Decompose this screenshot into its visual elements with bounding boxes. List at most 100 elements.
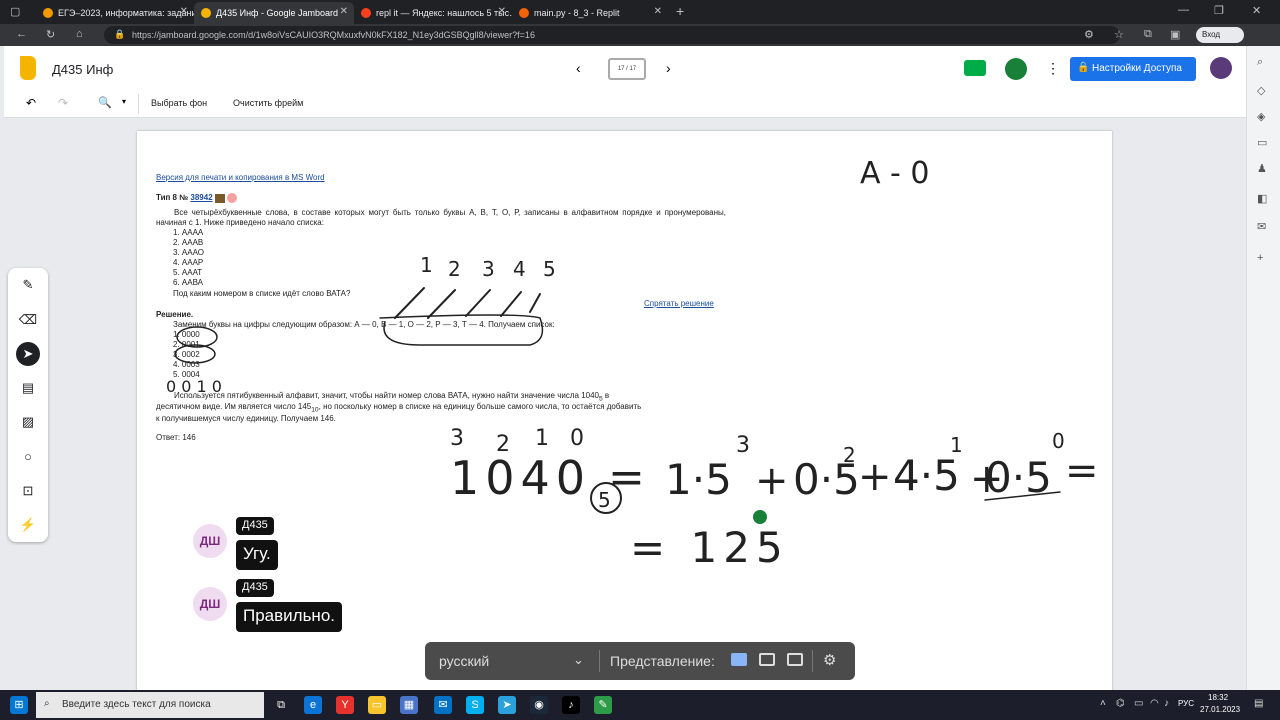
new-tab-button[interactable]: +: [676, 3, 684, 19]
zoom-icon[interactable]: 🔍: [98, 96, 112, 109]
task-question: Под каким номером в списке идёт слово ВА…: [173, 289, 351, 298]
language-indicator[interactable]: РУС: [1178, 699, 1194, 708]
clock-date[interactable]: 27.01.2023: [1200, 705, 1240, 714]
search-icon[interactable]: ⌕: [1257, 56, 1263, 69]
favorites-icon[interactable]: ☆: [1114, 28, 1124, 41]
jamboard-toolbar: ↶ ↷ 🔍 ▾ Выбрать фон Очистить фрейм: [4, 90, 1246, 118]
zoom-dropdown-icon[interactable]: ▾: [122, 97, 126, 106]
tab-actions-icon[interactable]: ▢: [10, 5, 20, 18]
textbox-tool-icon[interactable]: ⊡: [16, 479, 40, 503]
split-icon[interactable]: ▣: [1170, 28, 1180, 41]
pen-tool-icon[interactable]: ✎: [16, 273, 40, 297]
sticky-note-tool-icon[interactable]: ▤: [16, 376, 40, 400]
settings-gear-icon[interactable]: ⚙: [823, 651, 836, 669]
prev-frame-icon[interactable]: ‹: [576, 60, 581, 76]
tab-close-icon[interactable]: ✕: [498, 6, 506, 17]
task-number-link[interactable]: 38942: [190, 193, 212, 202]
collections-icon[interactable]: ⧉: [1144, 28, 1152, 41]
chat-message: Правильно.: [236, 602, 342, 632]
hide-solution-link[interactable]: Спрятать решение: [644, 299, 714, 309]
shape-tool-icon[interactable]: ○: [16, 445, 40, 469]
browser-tab-3[interactable]: repl it — Яндекс: нашлось 5 тыс… ✕: [354, 2, 512, 24]
tab-close-icon[interactable]: ✕: [654, 6, 662, 17]
display-icon[interactable]: ▭: [1134, 698, 1143, 709]
more-options-icon[interactable]: ⋮: [1046, 60, 1060, 77]
eraser-tool-icon[interactable]: ⌫: [16, 308, 40, 332]
user-avatar[interactable]: [1005, 58, 1027, 80]
edge-icon[interactable]: e: [304, 696, 322, 714]
address-bar[interactable]: 🔒 https://jamboard.google.com/d/1w8oiVsC…: [104, 26, 1120, 44]
skype-icon[interactable]: S: [466, 696, 484, 714]
mail-icon[interactable]: ✉: [434, 696, 452, 714]
image-tool-icon[interactable]: ▨: [16, 410, 40, 434]
office-icon[interactable]: ◧: [1257, 192, 1267, 205]
login-button[interactable]: Вход: [1196, 27, 1244, 43]
set-background-button[interactable]: Выбрать фон: [151, 98, 207, 108]
clock-time[interactable]: 18:32: [1208, 693, 1228, 702]
back-icon[interactable]: ←: [16, 28, 27, 40]
view-sidebar-icon[interactable]: [759, 653, 775, 666]
add-icon[interactable]: +: [1257, 252, 1263, 264]
board-title[interactable]: Д435 Инф: [52, 62, 113, 77]
laser-tool-icon[interactable]: ⚡: [16, 513, 40, 537]
tag-icon[interactable]: ◈: [1257, 110, 1265, 123]
tiktok-icon[interactable]: ♪: [562, 696, 580, 714]
task-text: Все четырёхбуквенные слова, в составе ко…: [156, 208, 726, 227]
browser-tab-4[interactable]: main.py - 8_3 - Replit ✕: [512, 2, 668, 24]
clear-frame-button[interactable]: Очистить фрейм: [233, 98, 303, 108]
window-close-icon[interactable]: ✕: [1252, 4, 1261, 17]
extensions-icon[interactable]: ⚙: [1084, 28, 1094, 41]
outlook-icon[interactable]: ✉: [1257, 220, 1266, 233]
next-frame-icon[interactable]: ›: [666, 60, 671, 76]
notepad-icon[interactable]: ✎: [594, 696, 612, 714]
tab-favicon-icon: [519, 8, 529, 18]
undo-icon[interactable]: ↶: [26, 96, 36, 110]
tab-close-icon[interactable]: ✕: [340, 6, 348, 17]
explorer-icon[interactable]: ▭: [368, 696, 386, 714]
browser-tab-2[interactable]: Д435 Инф - Google Jamboard ✕: [194, 2, 354, 24]
share-button[interactable]: 🔒 Настройки Доступа: [1070, 57, 1196, 81]
wifi-icon[interactable]: ◠: [1150, 698, 1159, 709]
telegram-icon[interactable]: ➤: [498, 696, 516, 714]
maximize-icon[interactable]: ❐: [1214, 4, 1224, 17]
frame-counter[interactable]: 17 / 17: [608, 58, 646, 80]
windows-taskbar: ⊞ ⌕ Введите здесь текст для поиска ⧉ e Y…: [0, 690, 1280, 720]
tab-close-icon[interactable]: ✕: [180, 6, 188, 17]
minimize-icon[interactable]: —: [1178, 4, 1189, 16]
games-icon[interactable]: ♟: [1257, 162, 1267, 175]
view-bottom-icon[interactable]: [787, 653, 803, 666]
redo-icon[interactable]: ↷: [58, 96, 68, 110]
view-floating-icon[interactable]: [731, 653, 747, 666]
language-select[interactable]: русский: [439, 653, 489, 669]
windows-start-icon[interactable]: ⊞: [10, 696, 28, 714]
account-avatar[interactable]: [1210, 57, 1232, 79]
browser-tab-1[interactable]: ЕГЭ–2023, информатика: задани… ✕: [36, 2, 194, 24]
home-icon[interactable]: ⌂: [76, 28, 83, 40]
task-list-4: 4. АААР: [173, 258, 204, 267]
divider: [138, 94, 139, 114]
volume-icon[interactable]: ♪: [1164, 698, 1169, 709]
network-icon[interactable]: ⌬: [1116, 698, 1125, 709]
steam-icon[interactable]: ◉: [530, 696, 548, 714]
chat-avatar: ДШ: [193, 587, 227, 621]
taskbar-search-input[interactable]: ⌕ Введите здесь текст для поиска: [36, 692, 264, 718]
notifications-icon[interactable]: ▤: [1254, 698, 1263, 709]
jamboard-logo-icon[interactable]: [20, 56, 36, 80]
task-view-icon[interactable]: ⧉: [272, 696, 290, 714]
chat-sender: Д435: [236, 517, 274, 535]
store-icon[interactable]: ▦: [400, 696, 418, 714]
task-badge-icon: [214, 193, 225, 203]
yandex-icon[interactable]: Y: [336, 696, 354, 714]
briefcase-icon[interactable]: ▭: [1257, 136, 1267, 149]
solution-paragraph-3: к получившемуся числу единицу. Получаем …: [156, 414, 336, 423]
print-version-link[interactable]: Версия для печати и копирования в MS Wor…: [156, 173, 325, 183]
meet-icon[interactable]: [964, 60, 986, 76]
browser-sidebar: ⌕ ◇ ◈ ▭ ♟ ◧ ✉ +: [1246, 46, 1280, 690]
tray-chevron-icon[interactable]: ˄: [1100, 698, 1106, 709]
chevron-down-icon[interactable]: ⌄: [573, 652, 584, 668]
shapes-icon[interactable]: ◇: [1257, 84, 1265, 97]
answer-line: Ответ: 146: [156, 433, 196, 441]
reload-icon[interactable]: ↻: [46, 28, 55, 41]
task-type-line: Тип 8 № 38942: [156, 193, 238, 203]
select-tool-icon[interactable]: ➤: [16, 342, 40, 366]
